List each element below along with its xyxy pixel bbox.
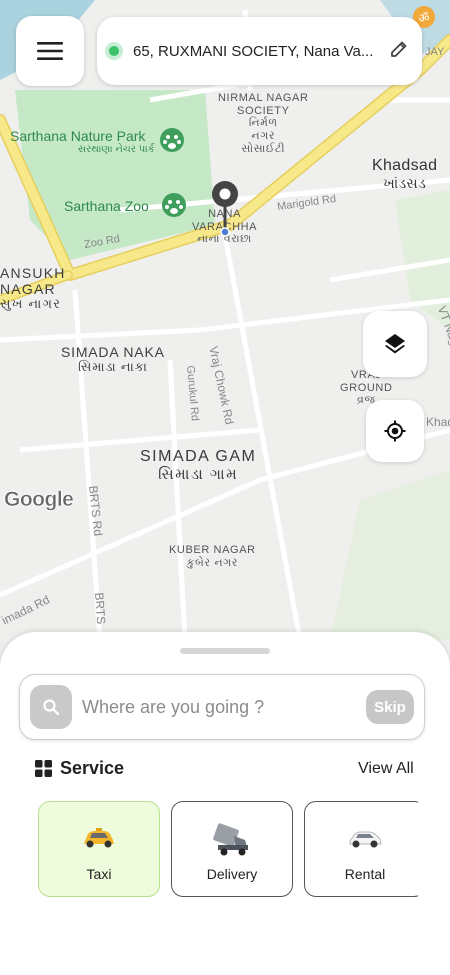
map-label-khad: Khad	[426, 415, 450, 429]
hamburger-icon	[37, 42, 63, 60]
pickup-dot-icon	[105, 42, 123, 60]
map-label-nature-park[interactable]: Sarthana Nature Park સરથાણા નેચર પાર્ક	[10, 128, 155, 156]
search-input[interactable]: Where are you going ?	[82, 697, 366, 718]
service-title: Service	[60, 758, 125, 778]
search-icon	[30, 685, 72, 729]
map-label-zoo[interactable]: Sarthana Zoo	[64, 198, 149, 214]
pencil-icon[interactable]	[390, 40, 408, 63]
grid-icon	[35, 760, 52, 777]
bottom-sheet[interactable]: Where are you going ? Skip Service View …	[0, 632, 450, 975]
google-logo: Google	[4, 488, 74, 512]
menu-button[interactable]	[16, 16, 84, 86]
map-label-ansukh-nagar: ANSUKH NAGAR સુખ નાગર	[0, 265, 66, 312]
service-card-rental[interactable]: Rental	[304, 801, 418, 897]
my-location-icon	[384, 420, 406, 442]
pickup-address-bar[interactable]: 65, RUXMANI SOCIETY, Nana Va...	[97, 17, 422, 85]
svg-text:ॐ: ॐ	[419, 11, 430, 25]
skip-button[interactable]: Skip	[366, 690, 414, 724]
map-label-nirmal-nagar: NIRMAL NAGAR SOCIETY નિર્મળ નગર સોસાઈટી	[218, 92, 309, 155]
service-label-taxi: Taxi	[86, 866, 112, 882]
map-layers-button[interactable]	[363, 311, 427, 377]
map-label-simada-naka: SIMADA NAKA સિમાડા નાકા	[61, 344, 165, 375]
pickup-address: 65, RUXMANI SOCIETY, Nana Va...	[133, 42, 374, 60]
rental-car-icon	[347, 818, 383, 858]
service-cards: Taxi Delivery Rental	[38, 801, 418, 899]
sheet-drag-handle[interactable]	[180, 648, 270, 654]
destination-search[interactable]: Where are you going ? Skip	[19, 674, 425, 740]
view-all-link[interactable]: View All	[358, 760, 414, 778]
taxi-icon	[81, 818, 117, 858]
my-location-button[interactable]	[366, 400, 424, 462]
map-label-kuber-nagar: KUBER NAGAR કુબેર નગર	[169, 544, 256, 569]
delivery-truck-icon	[212, 818, 252, 858]
service-card-taxi[interactable]: Taxi	[38, 801, 160, 897]
map-label-simada-gam: SIMADA GAM સિમાડા ગામ	[140, 448, 257, 484]
service-label-rental: Rental	[344, 866, 386, 882]
road-label-brts-2: BRTS	[92, 592, 109, 625]
service-label-delivery: Delivery	[206, 866, 258, 882]
layers-icon	[385, 334, 405, 354]
map-label-khadsad: Khadsad ખાંડસડ	[372, 157, 438, 192]
service-header: Service	[35, 758, 124, 779]
map-label-jay: JAY	[425, 46, 445, 58]
service-card-delivery[interactable]: Delivery	[171, 801, 293, 897]
location-pin-icon	[210, 180, 240, 245]
